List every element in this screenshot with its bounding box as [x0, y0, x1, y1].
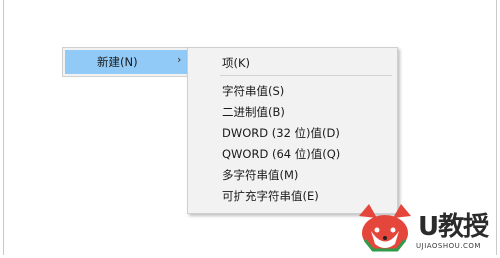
submenu-item-key[interactable]: 项(K) [190, 52, 395, 72]
submenu-item-label: 项(K) [222, 56, 251, 70]
submenu-item-label: DWORD (32 位)值(D) [222, 126, 340, 140]
submenu-item-label: 多字符串值(M) [222, 168, 299, 182]
submenu-item-qword-value[interactable]: QWORD (64 位)值(Q) [190, 143, 395, 163]
submenu-item-label: QWORD (64 位)值(Q) [222, 147, 341, 161]
context-menu: 新建(N) › [62, 47, 190, 77]
watermark-brand: U教授 [418, 212, 489, 242]
watermark-logo: U教授 UJIAOSHOU.COM [355, 200, 500, 255]
new-submenu: 项(K) 字符串值(S) 二进制值(B) DWORD (32 位)值(D) QW… [187, 47, 398, 214]
submenu-item-binary-value[interactable]: 二进制值(B) [190, 101, 395, 121]
menu-item-new-label: 新建(N) [97, 55, 138, 69]
submenu-item-label: 可扩充字符串值(E) [222, 189, 319, 203]
submenu-arrow-icon: › [177, 53, 182, 66]
submenu-item-label: 二进制值(B) [222, 105, 285, 119]
submenu-item-label: 字符串值(S) [222, 84, 285, 98]
menu-item-new[interactable]: 新建(N) › [65, 50, 187, 74]
submenu-item-dword-value[interactable]: DWORD (32 位)值(D) [190, 122, 395, 142]
window-left-border [3, 0, 4, 255]
submenu-item-string-value[interactable]: 字符串值(S) [190, 80, 395, 100]
watermark-domain: UJIAOSHOU.COM [416, 242, 481, 250]
menu-separator [220, 75, 392, 76]
submenu-item-multi-string-value[interactable]: 多字符串值(M) [190, 164, 395, 184]
fox-logo-icon [359, 204, 411, 252]
